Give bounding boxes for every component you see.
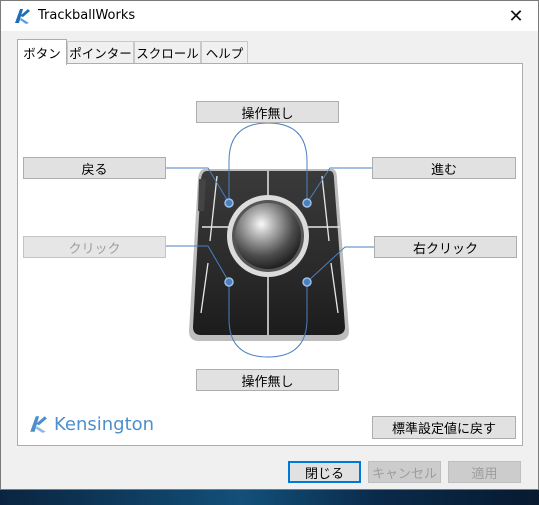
button-assignment-label: クリック [68,241,121,257]
upper-left-button-marker [224,198,234,208]
apply-button[interactable]: 適用 [448,461,521,483]
logo-text: Kensington [54,413,155,435]
upper-left-button-assignment[interactable]: 戻る [23,157,166,179]
bottom-button-assignment[interactable]: 操作無し [196,369,339,391]
reset-defaults-label: 標準設定値に戻す [391,422,496,437]
close-button-label: 閉じる [304,466,344,482]
lower-left-button-marker [224,277,234,287]
kensington-logo-icon [30,416,47,433]
lower-right-button-assignment[interactable]: 右クリック [374,236,517,258]
trackball-ball [235,203,301,269]
reset-defaults-button[interactable]: 標準設定値に戻す [372,416,516,439]
cancel-button[interactable]: キャンセル [368,461,441,483]
cancel-button-label: キャンセル [371,466,437,482]
button-assignment-label: 操作無し [241,374,294,390]
close-button[interactable]: 閉じる [288,461,361,483]
button-assignment-label: 操作無し [241,106,294,122]
trackballworks-window: TrackballWorks ✕ ボタン ポインター スクロール ヘルプ 操作無… [0,0,539,490]
button-assignment-label: 進む [430,162,457,178]
upper-right-button-marker [302,198,312,208]
apply-button-label: 適用 [471,466,498,482]
lower-left-button-assignment[interactable]: クリック [23,236,166,258]
tab-buttons[interactable]: ボタン [17,39,67,65]
upper-right-button-assignment[interactable]: 進む [372,157,516,179]
tab-label: ボタン [23,46,61,61]
lower-right-button-marker [302,277,312,287]
kensington-logo: Kensington [28,412,154,436]
button-assignment-label: 戻る [81,162,108,178]
top-button-assignment[interactable]: 操作無し [196,101,339,123]
button-assignment-label: 右クリック [412,241,478,257]
